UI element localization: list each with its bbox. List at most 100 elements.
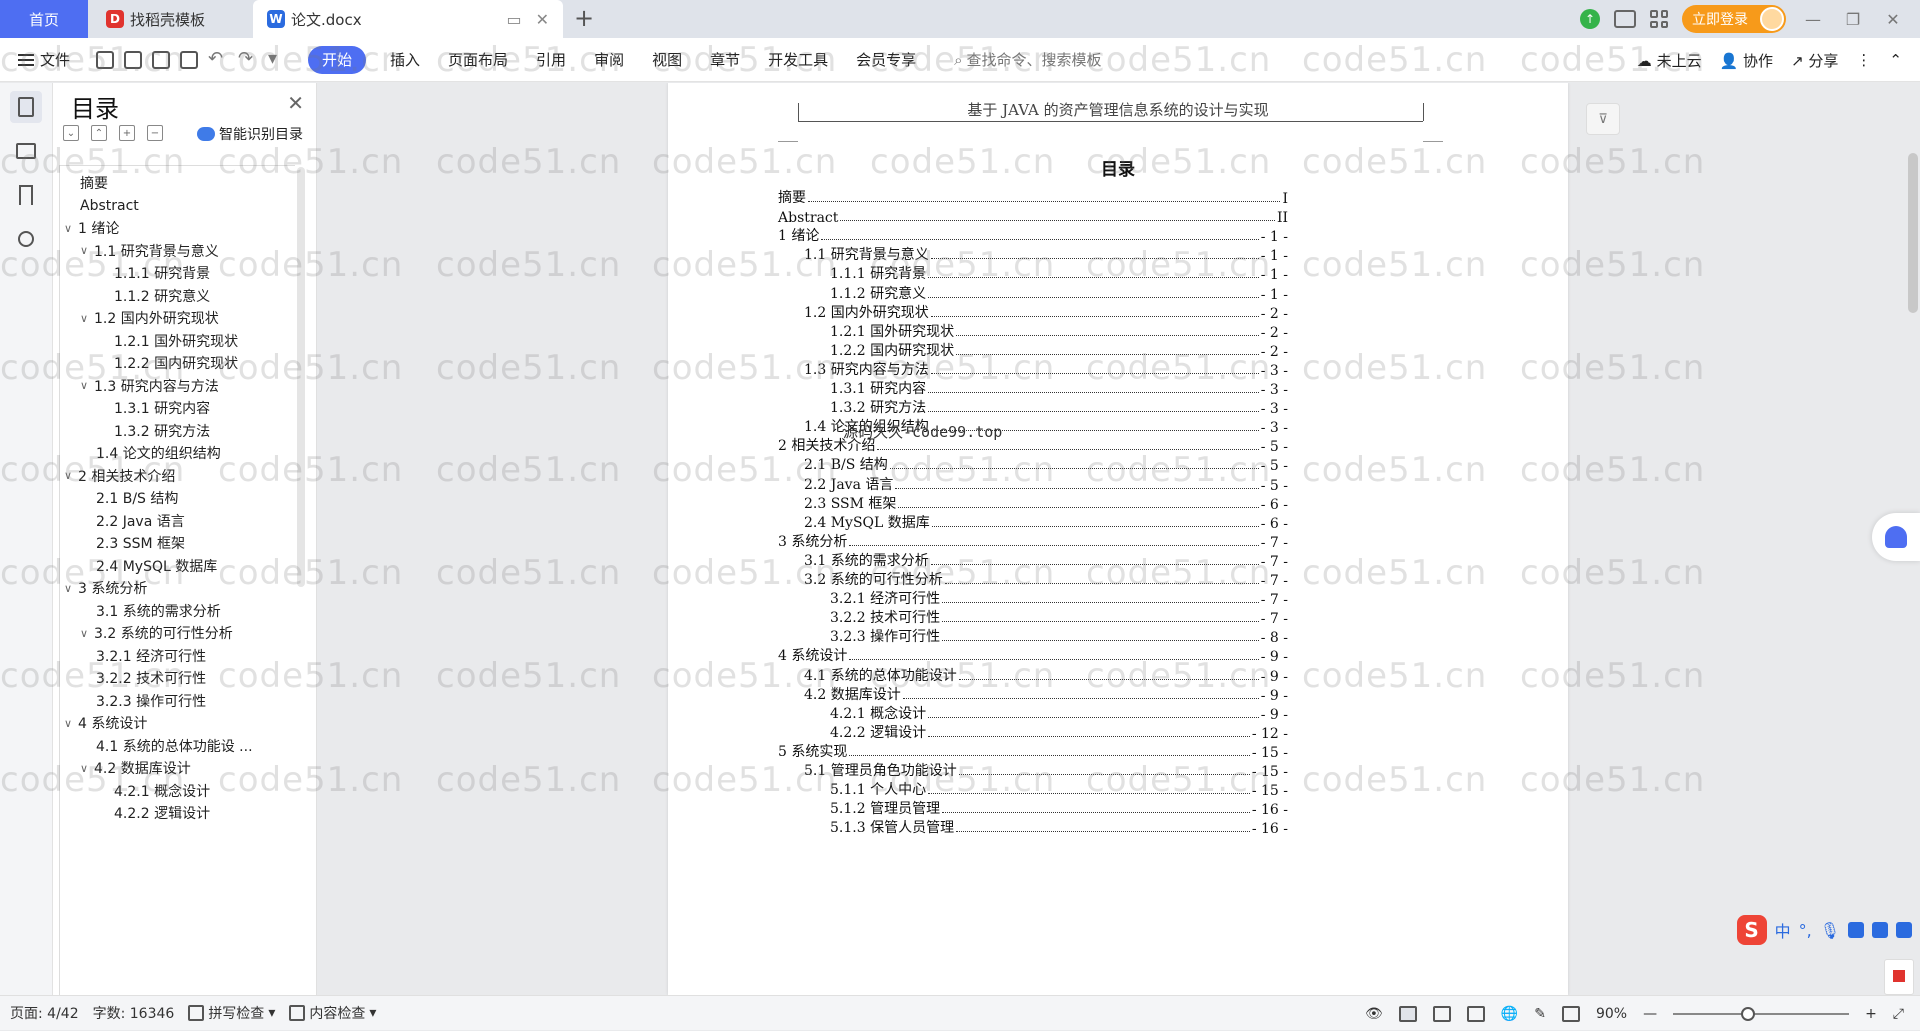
fullscreen-icon[interactable]: ⤢ <box>1893 1006 1904 1022</box>
toc-item[interactable]: 4.2.1 概念设计 <box>114 780 210 802</box>
more-quick-icon[interactable]: ▾ <box>268 49 288 70</box>
ribbon-tab-1[interactable]: 插入 <box>376 46 434 74</box>
toc-item[interactable]: 3.1 系统的需求分析 <box>96 600 221 622</box>
toc-item[interactable]: ∨ 4.2 数据库设计 <box>80 757 191 779</box>
rail-bookmark-button[interactable] <box>10 179 42 211</box>
chevron-down-icon[interactable]: ∨ <box>80 312 94 325</box>
file-menu[interactable]: 文件 <box>0 49 92 70</box>
content-check-button[interactable]: 内容检查 ▾ <box>289 1003 376 1023</box>
save-icon[interactable] <box>96 50 114 69</box>
upload-icon[interactable]: ↑ <box>1580 9 1600 29</box>
toc-item[interactable]: ∨ 3 系统分析 <box>64 577 147 599</box>
new-tab-button[interactable]: + <box>574 4 594 32</box>
zoom-out-button[interactable]: — <box>1643 1006 1657 1022</box>
promote-icon[interactable]: + <box>119 125 135 141</box>
assistant-button[interactable] <box>1872 513 1920 561</box>
toc-item[interactable]: ∨ 1.2 国内外研究现状 <box>80 307 219 329</box>
toc-item[interactable]: 1.1.1 研究背景 <box>114 262 210 284</box>
zoom-slider-knob[interactable] <box>1741 1006 1756 1021</box>
toc-item[interactable]: 1.2.2 国内研究现状 <box>114 352 238 374</box>
chevron-down-icon[interactable]: ∨ <box>80 244 94 257</box>
toc-item[interactable]: 1.3.1 研究内容 <box>114 397 210 419</box>
chevron-down-icon[interactable]: ∨ <box>64 717 78 730</box>
toc-item[interactable]: ∨ 2 相关技术介绍 <box>64 465 175 487</box>
tab-home[interactable]: 首页 <box>0 0 88 38</box>
undo-icon[interactable]: ↶ <box>208 49 228 70</box>
document-page[interactable]: 基于 JAVA 的资产管理信息系统的设计与实现 目录 摘要 I Abstract II… <box>668 83 1568 995</box>
tab-document[interactable]: W 论文.docx ▭ ✕ <box>253 0 563 38</box>
cloud-status[interactable]: ☁ 未上云 <box>1637 50 1702 71</box>
filter-icon[interactable]: ⊽ <box>1586 103 1620 135</box>
toc-item[interactable]: 2.2 Java 语言 <box>96 510 185 532</box>
toc-item[interactable]: ∨ 1.3 研究内容与方法 <box>80 375 219 397</box>
demote-icon[interactable]: − <box>147 125 163 141</box>
ime-toolbar[interactable]: S 中 °, 🎙 <box>1736 913 1912 947</box>
chevron-down-icon[interactable]: ∨ <box>80 379 94 392</box>
ribbon-tab-6[interactable]: 章节 <box>696 46 754 74</box>
ribbon-tab-2[interactable]: 页面布局 <box>434 46 522 74</box>
ribbon-tab-8[interactable]: 会员专享 <box>842 46 930 74</box>
toc-item[interactable]: Abstract <box>80 195 139 217</box>
pin-window-icon[interactable]: ▭ <box>506 10 521 29</box>
close-tab-icon[interactable]: ✕ <box>536 10 549 29</box>
minimize-icon[interactable]: — <box>1800 10 1826 29</box>
spell-check-button[interactable]: 拼写检查 ▾ <box>188 1003 275 1023</box>
zoom-in-button[interactable]: + <box>1865 1006 1877 1022</box>
chevron-down-icon[interactable]: ∨ <box>64 469 78 482</box>
ribbon-tab-5[interactable]: 视图 <box>638 46 696 74</box>
toc-item[interactable]: 1.3.2 研究方法 <box>114 420 210 442</box>
login-button[interactable]: 立即登录 <box>1682 5 1786 33</box>
toc-item[interactable]: 4.1 系统的总体功能设 ... <box>96 735 253 757</box>
toc-entry[interactable]: 5.1.3 保管人员管理 - 16 - <box>830 815 1288 837</box>
pen-icon[interactable]: ✎ <box>1534 1006 1546 1022</box>
page-indicator[interactable]: 页面: 4/42 <box>10 1003 79 1023</box>
outline-view-icon[interactable] <box>1432 1005 1451 1022</box>
rail-nav-button[interactable] <box>10 135 42 167</box>
toc-item[interactable]: 3.2.1 经济可行性 <box>96 645 206 667</box>
eye-protection-icon[interactable]: 👁 <box>1365 1006 1383 1022</box>
feedback-icon[interactable] <box>1884 959 1914 995</box>
close-window-icon[interactable]: ✕ <box>1880 10 1906 29</box>
apps-grid-icon[interactable] <box>1650 10 1668 28</box>
toc-item[interactable]: 摘要 <box>80 172 108 194</box>
toc-item[interactable]: ∨ 4 系统设计 <box>64 712 147 734</box>
toc-item[interactable]: ∨ 1 绪论 <box>64 217 119 239</box>
word-count[interactable]: 字数: 16346 <box>93 1003 175 1023</box>
restore-icon[interactable]: ❐ <box>1840 10 1866 29</box>
chevron-down-icon[interactable]: ∨ <box>64 582 78 595</box>
print-preview-icon[interactable] <box>180 50 198 69</box>
toc-item[interactable]: 1.1.2 研究意义 <box>114 285 210 307</box>
ribbon-tab-3[interactable]: 引用 <box>522 46 580 74</box>
rail-search-button[interactable] <box>10 223 42 255</box>
zoom-slider[interactable] <box>1673 1006 1850 1021</box>
chevron-down-icon[interactable]: ∨ <box>80 762 94 775</box>
print-icon[interactable] <box>152 50 170 69</box>
vertical-scrollbar[interactable] <box>1908 153 1918 313</box>
page-view-icon[interactable] <box>1398 1005 1417 1022</box>
chevron-down-icon[interactable]: ∨ <box>80 627 94 640</box>
toc-item[interactable]: 4.2.2 逻辑设计 <box>114 802 210 824</box>
export-pdf-icon[interactable] <box>124 50 142 69</box>
toc-item[interactable]: 1.2.1 国外研究现状 <box>114 330 238 352</box>
share-button[interactable]: ↗ 分享 <box>1791 50 1838 71</box>
toc-item[interactable]: 2.3 SSM 框架 <box>96 532 185 554</box>
ribbon-tab-0[interactable]: 开始 <box>308 45 367 74</box>
toc-item[interactable]: 2.1 B/S 结构 <box>96 487 178 509</box>
toc-item[interactable]: ∨ 3.2 系统的可行性分析 <box>80 622 233 644</box>
chevron-down-icon[interactable]: ∨ <box>64 222 78 235</box>
web-view-icon[interactable]: 🌐 <box>1501 1006 1518 1022</box>
more-options-icon[interactable]: ⋮ <box>1856 51 1871 69</box>
command-search[interactable]: ⌕ 查找命令、搜索模板 <box>954 49 1101 70</box>
close-icon[interactable]: ✕ <box>287 91 304 115</box>
collapse-all-icon[interactable]: ⌃ <box>91 125 107 141</box>
toc-item[interactable]: 2.4 MySQL 数据库 <box>96 555 217 577</box>
ribbon-tab-7[interactable]: 开发工具 <box>754 46 842 74</box>
toc-item[interactable]: ∨ 1.1 研究背景与意义 <box>80 240 219 262</box>
toc-scrollbar[interactable] <box>297 167 305 587</box>
expand-all-icon[interactable]: ⌄ <box>63 125 79 141</box>
fit-page-icon[interactable] <box>1561 1005 1580 1022</box>
rail-toc-button[interactable] <box>10 91 42 123</box>
collab-button[interactable]: 👤 协作 <box>1720 50 1773 71</box>
smart-toc-button[interactable]: 智能识别目录 <box>197 124 303 144</box>
zoom-level[interactable]: 90% <box>1596 1006 1627 1022</box>
